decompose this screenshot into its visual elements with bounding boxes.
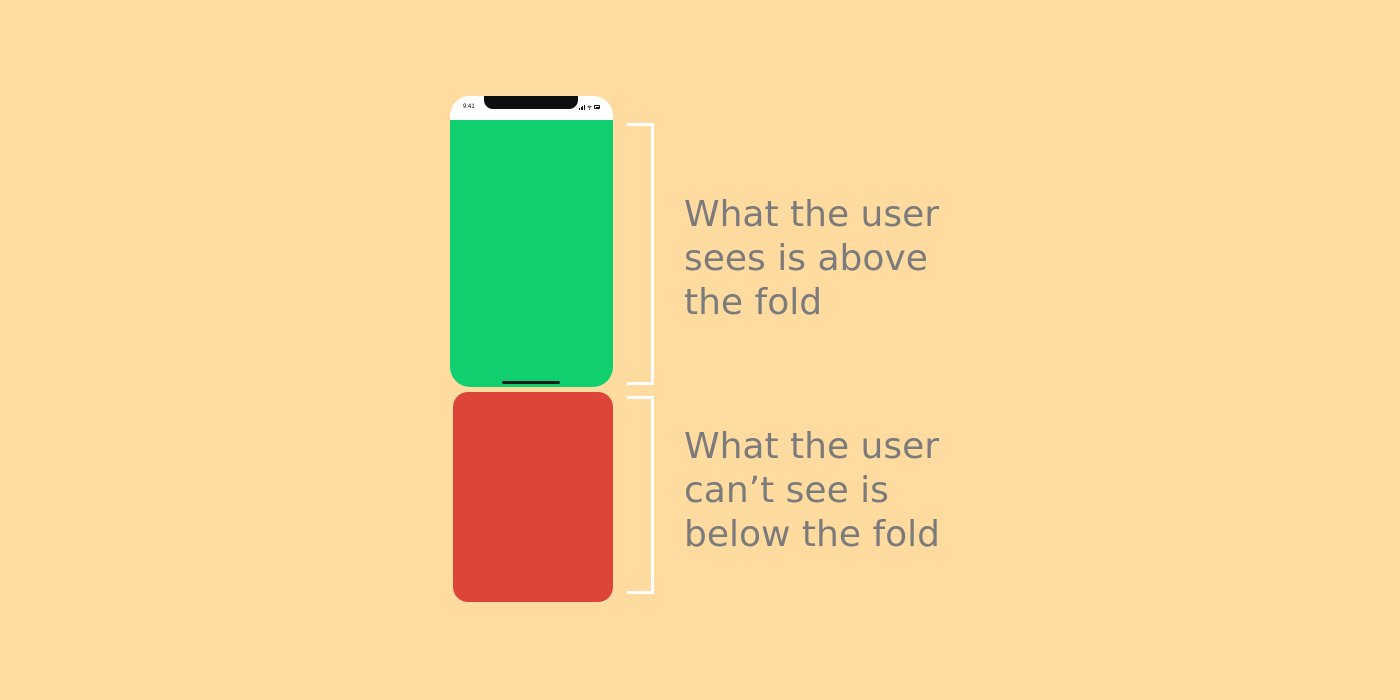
below-fold-label-line: What the user <box>684 426 940 467</box>
above-fold-label-line: the fold <box>684 282 823 323</box>
phone-viewport: 9:41 <box>450 96 613 387</box>
above-fold-label-line: What the user <box>684 194 940 235</box>
above-fold-screen <box>450 120 613 387</box>
above-fold-bracket <box>627 123 654 385</box>
above-fold-label-line: sees is above <box>684 238 928 279</box>
below-fold-label: What the user can’t see is below the fol… <box>684 425 940 557</box>
above-fold-label: What the user sees is above the fold <box>684 193 939 325</box>
phone-notch <box>484 96 578 109</box>
signal-icon <box>579 105 585 110</box>
status-time: 9:41 <box>463 104 475 110</box>
home-indicator <box>502 381 560 384</box>
below-fold-label-line: can’t see is <box>684 470 889 511</box>
below-fold-label-line: below the fold <box>684 514 940 555</box>
below-fold-screen <box>453 392 613 602</box>
wifi-icon <box>587 105 592 110</box>
status-icons <box>579 105 601 110</box>
below-fold-bracket <box>627 396 654 594</box>
status-bar: 9:41 <box>450 96 613 120</box>
battery-icon <box>594 105 600 109</box>
